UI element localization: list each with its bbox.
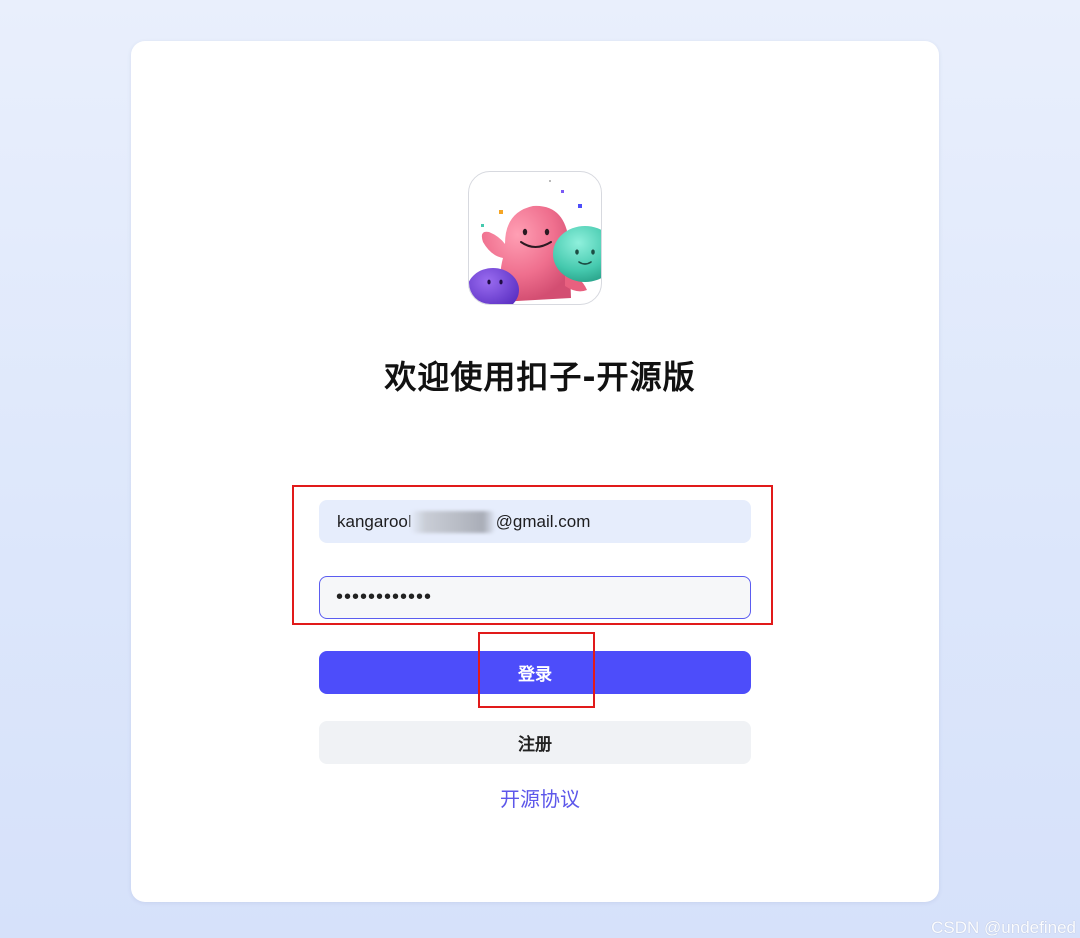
- watermark-text: CSDN @undefined: [931, 918, 1076, 937]
- coze-logo-icon: [468, 171, 602, 305]
- annotation-box-login: [478, 632, 595, 708]
- register-button[interactable]: 注册: [319, 721, 751, 764]
- annotation-box-credentials: [292, 485, 773, 625]
- page-title: 欢迎使用扣子-开源版: [384, 358, 696, 396]
- open-source-license-link[interactable]: 开源协议: [0, 783, 1080, 812]
- mascot-illustration: [469, 180, 601, 304]
